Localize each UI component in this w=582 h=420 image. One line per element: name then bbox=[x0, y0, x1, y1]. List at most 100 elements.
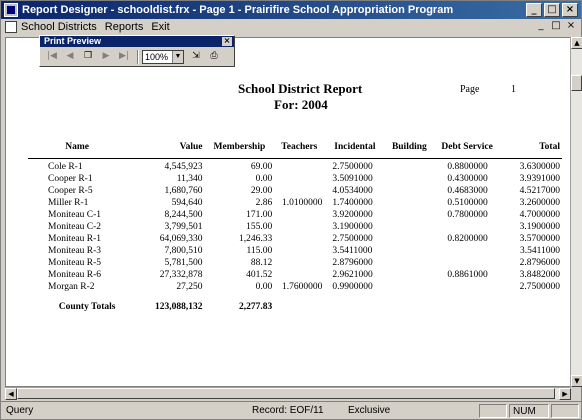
cell-membership: 0.00 bbox=[255, 174, 273, 184]
cell-total: 3.1900000 bbox=[519, 222, 560, 232]
scroll-right-icon[interactable]: ▶ bbox=[559, 388, 571, 400]
next-page-icon[interactable]: ▶ bbox=[98, 49, 114, 64]
status-lock: Exclusive bbox=[348, 405, 391, 416]
printer-icon[interactable]: ⎙ bbox=[206, 49, 222, 64]
cell-name: Cole R-1 bbox=[48, 162, 83, 172]
cell-total: 3.8482000 bbox=[519, 270, 560, 280]
horizontal-scroll-thumb[interactable] bbox=[17, 388, 555, 399]
table-row: Morgan R-2 27,250 0.00 1.7600000 0.99000… bbox=[28, 281, 562, 293]
report-year: For: 2004 bbox=[274, 97, 328, 112]
cell-total: 3.5411000 bbox=[519, 246, 560, 256]
close-button[interactable]: × bbox=[562, 3, 578, 17]
cell-membership: 69.00 bbox=[250, 162, 273, 172]
cell-total: 3.9391000 bbox=[519, 174, 560, 184]
cell-teachers: 1.0100000 bbox=[282, 198, 323, 208]
status-num: NUM bbox=[509, 404, 549, 418]
scroll-down-icon[interactable]: ▼ bbox=[571, 375, 582, 387]
go-to-page-icon[interactable]: ❒ bbox=[80, 49, 96, 64]
col-header-membership: Membership bbox=[204, 142, 275, 159]
cell-membership: 155.00 bbox=[246, 222, 273, 232]
toolbar-separator bbox=[137, 49, 139, 64]
cell-teachers bbox=[274, 257, 324, 269]
cell-total: 2.7500000 bbox=[519, 282, 560, 292]
minimize-button[interactable]: _ bbox=[526, 3, 542, 17]
report-designer-icon[interactable] bbox=[4, 3, 18, 17]
totals-label: County Totals bbox=[58, 302, 116, 312]
cell-name: Moniteau R-5 bbox=[48, 258, 102, 268]
cell-membership: 88.12 bbox=[250, 258, 273, 268]
report-preview-area: School District Report For: 2004 Page 1 … bbox=[5, 37, 571, 387]
cell-value: 5,781,500 bbox=[164, 258, 203, 268]
cell-membership: 2.86 bbox=[255, 198, 273, 208]
cell-value: 11,340 bbox=[176, 174, 203, 184]
cell-teachers bbox=[274, 209, 324, 221]
cell-building bbox=[385, 209, 433, 221]
cell-debt-service bbox=[433, 221, 501, 233]
scroll-left-icon[interactable]: ◀ bbox=[5, 388, 17, 400]
cell-total: 3.6300000 bbox=[519, 162, 560, 172]
doc-close-button[interactable]: × bbox=[564, 20, 578, 33]
print-preview-close-button[interactable]: × bbox=[222, 37, 232, 46]
chevron-down-icon[interactable]: ▼ bbox=[172, 50, 183, 63]
close-preview-icon[interactable]: ⇲ bbox=[188, 49, 204, 64]
menu-exit[interactable]: Exit bbox=[151, 21, 169, 33]
totals-membership: 2,277.83 bbox=[239, 302, 273, 312]
cell-membership: 115.00 bbox=[246, 246, 273, 256]
cell-debt-service: 0.4683000 bbox=[447, 186, 488, 196]
table-row: Cooper R-5 1,680,760 29.00 4.0534000 0.4… bbox=[28, 185, 562, 197]
cell-teachers bbox=[274, 173, 324, 185]
cell-teachers bbox=[274, 245, 324, 257]
scroll-up-icon[interactable]: ▲ bbox=[571, 37, 582, 49]
cell-building bbox=[385, 159, 433, 174]
cell-incidental: 3.5411000 bbox=[332, 246, 373, 256]
cell-value: 7,800,510 bbox=[164, 246, 203, 256]
vertical-scrollbar[interactable]: ▲ ▼ bbox=[570, 37, 582, 387]
horizontal-scrollbar[interactable]: ◀ ▶ bbox=[5, 387, 571, 400]
status-panel-empty-2 bbox=[551, 404, 579, 418]
page-number: 1 bbox=[511, 84, 516, 95]
cell-value: 1,680,760 bbox=[164, 186, 203, 196]
cell-total: 4.5217000 bbox=[519, 186, 560, 196]
report-page: School District Report For: 2004 Page 1 … bbox=[6, 38, 570, 386]
maximize-button[interactable]: □ bbox=[544, 3, 560, 17]
cell-debt-service: 0.8861000 bbox=[447, 270, 488, 280]
last-page-icon[interactable]: ▶| bbox=[116, 49, 132, 64]
document-icon[interactable] bbox=[5, 21, 17, 33]
cell-debt-service: 0.7800000 bbox=[447, 210, 488, 220]
cell-incidental: 4.0534000 bbox=[332, 186, 373, 196]
cell-total: 3.2600000 bbox=[519, 198, 560, 208]
print-preview-toolbar: Print Preview × |◀ ◀ ❒ ▶ ▶| 100% ▼ ⇲ ⎙ bbox=[39, 35, 235, 67]
cell-membership: 401.52 bbox=[246, 270, 273, 280]
cell-incidental: 2.7500000 bbox=[332, 162, 373, 172]
cell-debt-service: 0.5100000 bbox=[447, 198, 488, 208]
cell-incidental: 1.7400000 bbox=[332, 198, 373, 208]
col-header-teachers: Teachers bbox=[274, 142, 325, 159]
cell-total: 4.7000000 bbox=[519, 210, 560, 220]
cell-incidental: 2.9621000 bbox=[332, 270, 373, 280]
cell-total: 2.8796000 bbox=[519, 258, 560, 268]
previous-page-icon[interactable]: ◀ bbox=[62, 49, 78, 64]
cell-value: 8,244,500 bbox=[164, 210, 203, 220]
cell-name: Moniteau R-3 bbox=[48, 246, 102, 256]
cell-value: 594,640 bbox=[171, 198, 203, 208]
col-header-incidental: Incidental bbox=[324, 142, 386, 159]
menu-school-districts[interactable]: School Districts bbox=[21, 21, 97, 33]
cell-building bbox=[385, 221, 433, 233]
menu-reports[interactable]: Reports bbox=[105, 21, 144, 33]
cell-name: Miller R-1 bbox=[48, 198, 89, 208]
district-table: Name Value Membership Teachers Incidenta… bbox=[28, 142, 562, 313]
doc-restore-button[interactable]: □ bbox=[549, 20, 563, 33]
cell-total: 3.5700000 bbox=[519, 234, 560, 244]
cell-incidental: 3.9200000 bbox=[332, 210, 373, 220]
col-header-total: Total bbox=[500, 142, 562, 159]
print-preview-title-bar[interactable]: Print Preview × bbox=[40, 36, 234, 47]
totals-value: 123,088,132 bbox=[155, 302, 203, 312]
cell-debt-service: 0.8200000 bbox=[447, 234, 488, 244]
table-row: Cole R-1 4,545,923 69.00 2.7500000 0.880… bbox=[28, 159, 562, 174]
title-bar: Report Designer - schooldist.frx - Page … bbox=[1, 1, 581, 19]
cell-membership: 0.00 bbox=[255, 282, 273, 292]
first-page-icon[interactable]: |◀ bbox=[44, 49, 60, 64]
zoom-select[interactable]: 100% ▼ bbox=[142, 49, 184, 64]
doc-minimize-button[interactable]: _ bbox=[534, 20, 548, 33]
vertical-scroll-thumb[interactable] bbox=[571, 75, 582, 91]
